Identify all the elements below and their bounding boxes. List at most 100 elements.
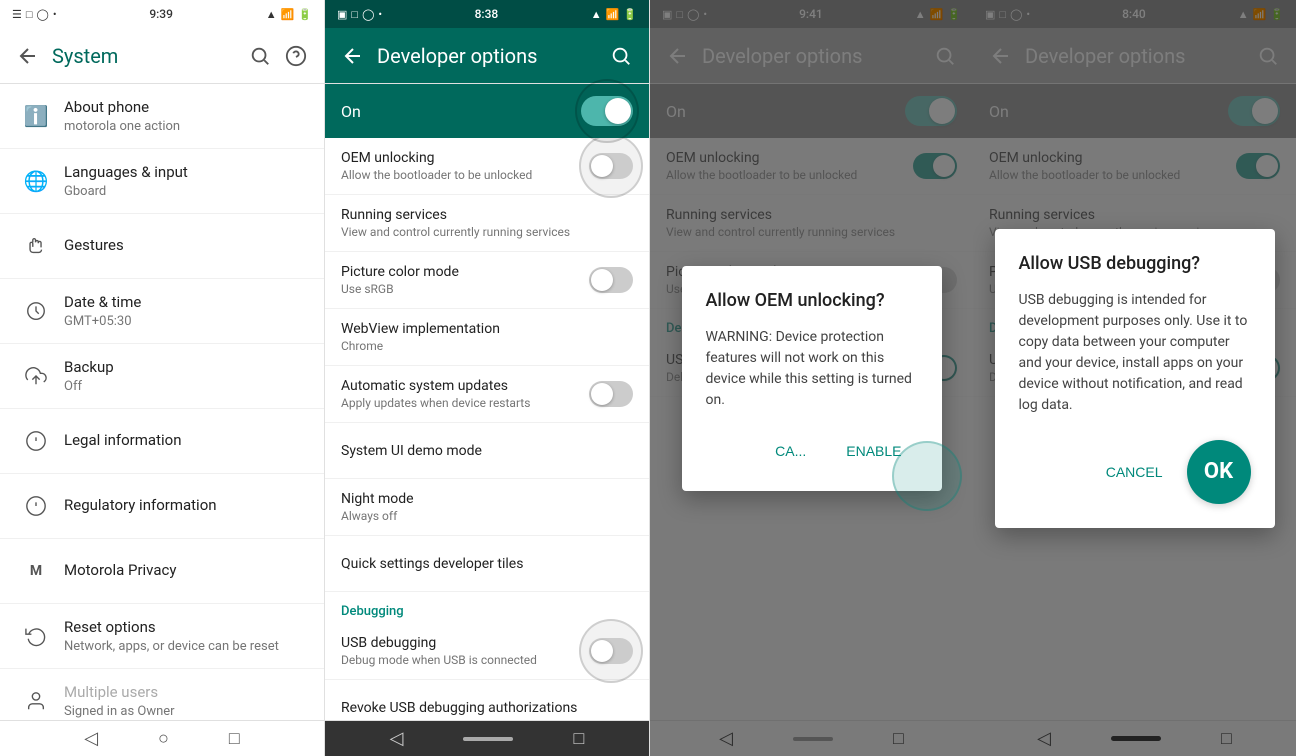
dev-item-quick-tiles[interactable]: Quick settings developer tiles — [325, 536, 649, 592]
nav-recent-icon-p2[interactable]: □ — [573, 728, 584, 749]
nav-back-icon[interactable]: ◁ — [84, 728, 98, 749]
datetime-content: Date & time GMT+05:30 — [64, 293, 308, 330]
reset-title: Reset options — [64, 618, 308, 638]
toolbar-panel1: System — [0, 28, 324, 84]
nav-home-icon[interactable]: ○ — [158, 728, 169, 749]
datetime-subtitle: GMT+05:30 — [64, 314, 308, 329]
usb-cancel-button[interactable]: Cancel — [1090, 456, 1179, 488]
languages-content: Languages & input Gboard — [64, 163, 308, 200]
dev-item-usb-debugging[interactable]: USB debugging Debug mode when USB is con… — [325, 623, 649, 680]
signal-icon: 📶 — [281, 8, 295, 21]
dev-item-auto-updates[interactable]: Automatic system updates Apply updates w… — [325, 366, 649, 423]
oem-dialog-overlay: Allow OEM unlocking? WARNING: Device pro… — [650, 0, 973, 756]
oem-content: OEM unlocking Allow the bootloader to be… — [341, 150, 589, 182]
enable-highlight-circle — [892, 441, 962, 511]
usb-dialog-content: USB debugging is intended for developmen… — [1019, 290, 1251, 416]
revoke-usb-content: Revoke USB debugging authorizations — [341, 700, 633, 716]
status-time-panel1: 9:39 — [149, 7, 173, 21]
legal-title: Legal information — [64, 431, 308, 451]
auto-updates-content: Automatic system updates Apply updates w… — [341, 378, 589, 410]
settings-item-backup[interactable]: Backup Off — [0, 344, 324, 409]
status-time-p2: 8:38 — [475, 7, 499, 21]
quick-tiles-title: Quick settings developer tiles — [341, 556, 633, 572]
nav-home-pill-p2[interactable] — [463, 737, 513, 741]
about-phone-title: About phone — [64, 98, 308, 118]
motorola-icon: M — [16, 551, 56, 591]
system-settings-list: ℹ️ About phone motorola one action 🌐 Lan… — [0, 84, 324, 720]
dev-item-night-mode[interactable]: Night mode Always off — [325, 479, 649, 536]
oem-subtitle: Allow the bootloader to be unlocked — [341, 168, 589, 182]
settings-item-languages[interactable]: 🌐 Languages & input Gboard — [0, 149, 324, 214]
usb-toggle[interactable] — [589, 638, 633, 664]
night-mode-title: Night mode — [341, 491, 633, 507]
status-bar-panel2: ▣ □ ◯ • 8:38 ▲ 📶 🔋 — [325, 0, 649, 28]
dev-item-running-services[interactable]: Running services View and control curren… — [325, 195, 649, 252]
backup-content: Backup Off — [64, 358, 308, 395]
usb-dialog-actions: Cancel OK — [1019, 440, 1251, 504]
oem-dialog-actions: Ca... Enable — [706, 435, 918, 467]
settings-item-about-phone[interactable]: ℹ️ About phone motorola one action — [0, 84, 324, 149]
help-button-panel1[interactable] — [284, 44, 308, 68]
auto-updates-toggle[interactable] — [589, 381, 633, 407]
on-toggle-container[interactable] — [581, 96, 633, 126]
demo-mode-content: System UI demo mode — [341, 443, 633, 459]
on-toggle[interactable] — [581, 96, 633, 126]
settings-item-users[interactable]: Multiple users Signed in as Owner — [0, 669, 324, 720]
dev-item-picture-color[interactable]: Picture color mode Use sRGB — [325, 252, 649, 309]
webview-title: WebView implementation — [341, 321, 633, 337]
demo-mode-title: System UI demo mode — [341, 443, 633, 459]
usb-dialog-title: Allow USB debugging? — [1019, 253, 1251, 274]
motorola-privacy-content: Motorola Privacy — [64, 561, 308, 581]
dev-item-webview[interactable]: WebView implementation Chrome — [325, 309, 649, 366]
protect-icon-p2: ◯ — [362, 8, 374, 21]
screen-record-icon: □ — [26, 8, 33, 21]
legal-icon — [16, 421, 56, 461]
picture-color-toggle[interactable] — [589, 267, 633, 293]
status-icons-right: ▲ 📶 🔋 — [266, 8, 312, 21]
oem-toggle-container[interactable] — [589, 153, 633, 179]
dev-item-oem-unlocking[interactable]: OEM unlocking Allow the bootloader to be… — [325, 138, 649, 195]
users-icon — [16, 681, 56, 720]
dev-item-demo-mode[interactable]: System UI demo mode — [325, 423, 649, 479]
usb-toggle-container[interactable] — [589, 638, 633, 664]
languages-title: Languages & input — [64, 163, 308, 183]
users-content: Multiple users Signed in as Owner — [64, 683, 308, 720]
settings-item-legal[interactable]: Legal information — [0, 409, 324, 474]
back-button-panel2[interactable] — [341, 44, 365, 68]
about-phone-subtitle: motorola one action — [64, 119, 308, 134]
backup-subtitle: Off — [64, 379, 308, 394]
nav-back-icon-p2[interactable]: ◁ — [390, 728, 404, 749]
status-bar-panel1: ☰ □ ◯ • 9:39 ▲ 📶 🔋 — [0, 0, 324, 28]
status-icons-left: ☰ □ ◯ • — [12, 8, 57, 21]
oem-cancel-button[interactable]: Ca... — [759, 435, 822, 467]
regulatory-content: Regulatory information — [64, 496, 308, 516]
settings-item-reset[interactable]: Reset options Network, apps, or device c… — [0, 604, 324, 669]
search-button-panel1[interactable] — [248, 44, 272, 68]
back-button-panel1[interactable] — [16, 44, 40, 68]
settings-item-gestures[interactable]: Gestures — [0, 214, 324, 279]
oem-toggle[interactable] — [589, 153, 633, 179]
oem-dialog-title: Allow OEM unlocking? — [706, 290, 918, 311]
languages-icon: 🌐 — [16, 161, 56, 201]
settings-item-datetime[interactable]: Date & time GMT+05:30 — [0, 279, 324, 344]
night-mode-subtitle: Always off — [341, 509, 633, 523]
usb-ok-button[interactable]: OK — [1187, 440, 1251, 504]
dot-icon: • — [53, 8, 57, 21]
nav-recent-icon[interactable]: □ — [229, 728, 240, 749]
regulatory-icon — [16, 486, 56, 526]
oem-dialog: Allow OEM unlocking? WARNING: Device pro… — [682, 266, 942, 491]
developer-on-row[interactable]: On — [325, 84, 649, 138]
toolbar-title-panel2: Developer options — [377, 44, 597, 68]
battery-icon: 🔋 — [298, 8, 312, 21]
about-phone-icon: ℹ️ — [16, 96, 56, 136]
notify-icon-p2: □ — [351, 8, 358, 21]
dev-item-revoke-usb[interactable]: Revoke USB debugging authorizations — [325, 680, 649, 720]
settings-item-regulatory[interactable]: Regulatory information — [0, 474, 324, 539]
oem-dialog-content: WARNING: Device protection features will… — [706, 327, 918, 411]
search-button-panel2[interactable] — [609, 44, 633, 68]
wifi-icon: ▲ — [266, 8, 277, 21]
status-icons-left-p2: ▣ □ ◯ • — [337, 8, 382, 21]
datetime-title: Date & time — [64, 293, 308, 313]
settings-item-motorola-privacy[interactable]: M Motorola Privacy — [0, 539, 324, 604]
notification-icon: ☰ — [12, 8, 22, 21]
